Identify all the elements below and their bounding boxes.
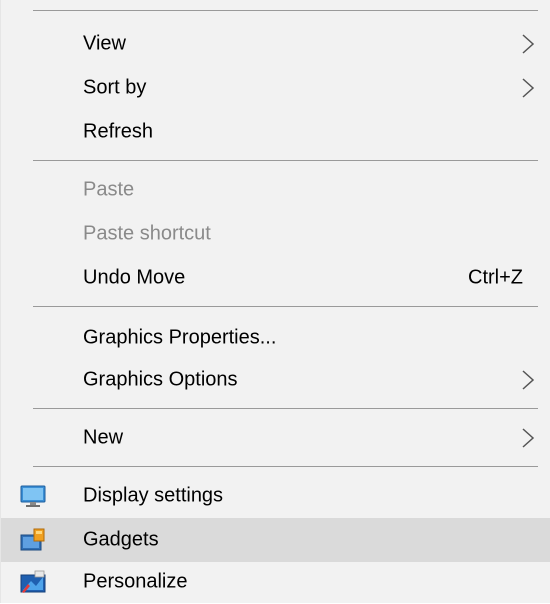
menu-separator — [33, 306, 538, 307]
display-settings-icon — [20, 485, 46, 507]
chevron-right-icon — [522, 428, 535, 448]
gadgets-icon — [20, 528, 45, 551]
menu-item-label: Paste — [83, 178, 135, 201]
personalize-icon — [20, 570, 46, 593]
chevron-right-icon — [522, 78, 535, 98]
menu-item-label: Gadgets — [83, 528, 159, 551]
menu-item-label: Sort by — [83, 76, 147, 99]
menu-item-label: Paste shortcut — [83, 222, 211, 245]
menu-item-label: Undo Move — [83, 266, 186, 289]
menu-item-label: Display settings — [83, 484, 224, 507]
menu-separator — [33, 160, 538, 161]
menu-item-sort-by[interactable]: Sort by — [1, 66, 550, 110]
menu-item-label: Personalize — [83, 570, 188, 593]
menu-item-label: Graphics Options — [83, 368, 238, 391]
menu-item-refresh[interactable]: Refresh — [1, 110, 550, 154]
menu-item-undo-move[interactable]: Undo Move Ctrl+Z — [1, 256, 550, 300]
menu-item-graphics-options[interactable]: Graphics Options — [1, 358, 550, 402]
menu-item-graphics-properties[interactable]: Graphics Properties... — [1, 316, 550, 360]
chevron-right-icon — [522, 370, 535, 390]
menu-item-label: Graphics Properties... — [83, 326, 277, 349]
menu-item-view[interactable]: View — [1, 22, 550, 66]
menu-item-paste: Paste — [1, 168, 550, 212]
menu-item-label: New — [83, 426, 124, 449]
keyboard-shortcut: Ctrl+Z — [468, 266, 523, 289]
menu-item-new[interactable]: New — [1, 416, 550, 460]
menu-item-label: View — [83, 32, 126, 55]
menu-item-label: Refresh — [83, 120, 154, 143]
menu-separator — [33, 408, 538, 409]
desktop-context-menu: View Sort by Refresh Paste Paste shortcu… — [0, 0, 550, 603]
menu-item-paste-shortcut: Paste shortcut — [1, 212, 550, 256]
menu-item-display-settings[interactable]: Display settings — [1, 474, 550, 518]
menu-top-divider — [33, 10, 538, 11]
menu-item-gadgets[interactable]: Gadgets — [1, 518, 550, 562]
menu-item-personalize[interactable]: Personalize — [1, 560, 550, 604]
menu-separator — [33, 466, 538, 467]
chevron-right-icon — [522, 34, 535, 54]
